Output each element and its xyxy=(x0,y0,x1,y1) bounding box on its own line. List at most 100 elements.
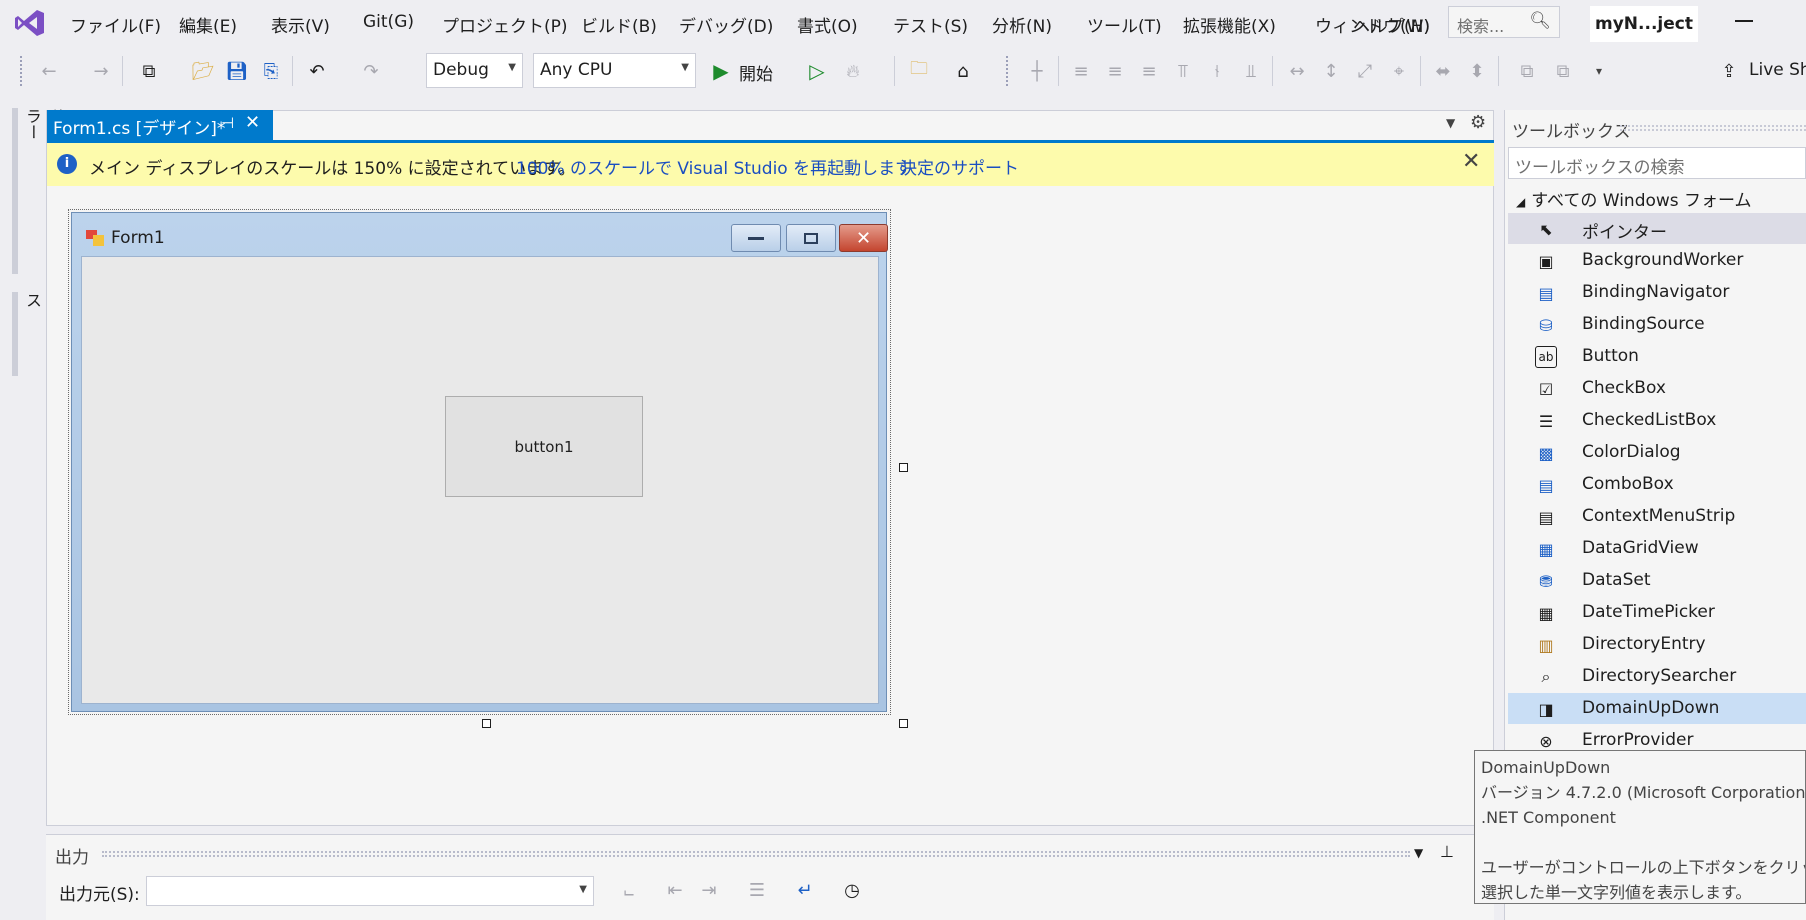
toolbox-item-checkbox[interactable]: ☑ CheckBox xyxy=(1508,373,1806,404)
menu-project[interactable]: プロジェクト(P) xyxy=(442,12,568,37)
datagridview-icon: ▦ xyxy=(1538,539,1554,559)
make-same-width-icon[interactable]: ↔ xyxy=(1284,58,1310,84)
make-same-size-icon[interactable]: ⤢ xyxy=(1352,58,1378,84)
document-tab-form1-design[interactable]: Form1.cs [デザイン]* ⊣ ✕ xyxy=(47,110,273,140)
menu-git[interactable]: Git(G) xyxy=(363,12,414,32)
hot-reload-icon[interactable]: 🔥︎ xyxy=(840,58,866,84)
menu-edit[interactable]: 編集(E) xyxy=(179,12,237,37)
toolbox-item-label: DomainUpDown xyxy=(1582,698,1720,718)
menu-debug[interactable]: デバッグ(D) xyxy=(679,12,773,37)
align-bottoms-icon[interactable]: ⫫ xyxy=(1238,58,1264,84)
restart-at-100-link[interactable]: 100% のスケールで Visual Studio を再起動します xyxy=(516,154,912,179)
toolbox-item-label: DirectoryEntry xyxy=(1582,634,1706,654)
help-me-decide-link[interactable]: 決定のサポート xyxy=(900,154,1019,179)
next-message-icon[interactable]: ⇥ xyxy=(696,877,722,903)
save-all-icon[interactable]: ⎘ xyxy=(258,58,284,84)
search-placeholder: 検索... xyxy=(1457,17,1505,36)
toolbox-group-header[interactable]: ◢ すべての Windows フォーム xyxy=(1516,186,1752,211)
toolbox-item-directorysearcher[interactable]: ⌕ DirectorySearcher xyxy=(1508,661,1806,692)
align-to-grid-icon[interactable]: ┼ xyxy=(1024,58,1050,84)
clear-all-icon[interactable]: ☰ xyxy=(744,877,770,903)
window-minimize-icon[interactable] xyxy=(1735,20,1753,22)
output-pin-icon[interactable]: ⊥ xyxy=(1440,842,1454,861)
undo-icon[interactable]: ↶ xyxy=(304,58,330,84)
start-button-label[interactable]: 開始 xyxy=(739,60,773,85)
menu-test[interactable]: テスト(S) xyxy=(893,12,968,37)
start-without-debugging-icon[interactable]: ▷ xyxy=(804,58,830,84)
send-to-back-icon[interactable]: ⧉ xyxy=(1550,58,1576,84)
open-folder-icon[interactable]: 📂︎ xyxy=(190,58,216,84)
align-lefts-icon[interactable]: ≡ xyxy=(1068,58,1094,84)
new-project-icon[interactable]: ⧉ xyxy=(136,58,162,84)
align-centers-icon[interactable]: ≡ xyxy=(1102,58,1128,84)
live-share-label[interactable]: Live Sh xyxy=(1749,60,1806,80)
visual-studio-logo-icon[interactable] xyxy=(14,8,46,38)
resize-handle-corner[interactable] xyxy=(899,719,908,728)
output-panel-title: 出力 xyxy=(55,848,89,868)
toolbox-item-colordialog[interactable]: ▩ ColorDialog xyxy=(1508,437,1806,468)
redo-icon[interactable]: ↷ xyxy=(358,58,384,84)
output-panel-grip[interactable] xyxy=(102,851,1410,857)
menu-extensions[interactable]: 拡張機能(X) xyxy=(1183,12,1276,37)
output-dropdown-icon[interactable]: ▼ xyxy=(1414,846,1423,860)
solution-platform-select[interactable]: Any CPU ▼ xyxy=(533,53,696,88)
menu-view[interactable]: 表示(V) xyxy=(271,12,330,37)
toolbox-grip[interactable] xyxy=(1620,125,1806,131)
toolbox-item-combobox[interactable]: ▤ ComboBox xyxy=(1508,469,1806,500)
previous-message-icon[interactable]: ⇤ xyxy=(662,877,688,903)
menu-tools[interactable]: ツール(T) xyxy=(1087,12,1162,37)
menu-build[interactable]: ビルド(B) xyxy=(581,12,657,37)
align-rights-icon[interactable]: ≡ xyxy=(1136,58,1162,84)
solution-configuration-select[interactable]: Debug ▼ xyxy=(426,53,523,88)
toolbox-item-label: DataGridView xyxy=(1582,538,1699,558)
toolbox-item-checkedlistbox[interactable]: ☰ CheckedListBox xyxy=(1508,405,1806,436)
live-share-icon[interactable]: ⇪ xyxy=(1716,58,1742,84)
start-icon[interactable]: ▶ xyxy=(708,58,734,84)
gear-icon[interactable]: ⚙ xyxy=(1470,112,1486,133)
bring-to-front-icon[interactable]: ⧉ xyxy=(1514,58,1540,84)
close-infobar-icon[interactable]: ✕ xyxy=(1462,149,1480,174)
toolbar-overflow-icon[interactable]: ▾ xyxy=(1586,58,1612,84)
toolbox-item-datetimepicker[interactable]: ▦ DateTimePicker xyxy=(1508,597,1806,628)
toolbox-search-input[interactable]: ツールボックスの検索 xyxy=(1508,147,1806,179)
align-middles-icon[interactable]: ⫮ xyxy=(1204,58,1230,84)
word-wrap-icon[interactable]: ↵ xyxy=(792,877,818,903)
toolbox-item-bindingnavigator[interactable]: ▤ BindingNavigator xyxy=(1508,277,1806,308)
save-icon[interactable]: 💾︎ xyxy=(224,58,250,84)
browse-folder-icon[interactable]: 🗀 xyxy=(906,58,932,84)
button1-control[interactable]: button1 xyxy=(445,396,643,497)
global-search-input[interactable]: 検索... 🔍︎ xyxy=(1448,6,1560,38)
toolbox-item-bindingsource[interactable]: ⛁ BindingSource xyxy=(1508,309,1806,340)
navigate-back-icon[interactable]: ← xyxy=(36,58,62,84)
resize-handle-bottom[interactable] xyxy=(482,719,491,728)
toolbox-item-pointer[interactable]: ⬉ ポインター xyxy=(1508,213,1806,244)
menu-help[interactable]: ヘルプ(H) xyxy=(1353,12,1430,37)
toolbar-grip[interactable] xyxy=(1006,56,1010,86)
menu-format[interactable]: 書式(O) xyxy=(797,12,858,37)
vertical-spacing-icon[interactable]: ⬍ xyxy=(1464,58,1490,84)
timestamp-clock-icon[interactable]: ◷ xyxy=(839,877,865,903)
project-title[interactable]: myN...ject xyxy=(1590,6,1698,42)
toolbox-item-directoryentry[interactable]: ▥ DirectoryEntry xyxy=(1508,629,1806,660)
menu-analyze[interactable]: 分析(N) xyxy=(992,12,1052,37)
toolbox-item-backgroundworker[interactable]: ▣ BackgroundWorker xyxy=(1508,245,1806,276)
find-message-icon[interactable]: ⨽ xyxy=(616,877,642,903)
toolbox-item-contextmenustrip[interactable]: ▤ ContextMenuStrip xyxy=(1508,501,1806,532)
close-tab-icon[interactable]: ✕ xyxy=(245,112,260,133)
toolbar-grip[interactable] xyxy=(20,56,24,86)
horizontal-spacing-icon[interactable]: ⬌ xyxy=(1430,58,1456,84)
pin-icon[interactable]: ⊣ xyxy=(221,114,234,132)
size-to-grid-icon[interactable]: ⌖ xyxy=(1386,58,1412,84)
toolbox-item-button[interactable]: ab Button xyxy=(1508,341,1806,372)
make-same-height-icon[interactable]: ↕ xyxy=(1318,58,1344,84)
solution-explorer-icon[interactable]: ⌂ xyxy=(950,58,976,84)
resize-handle-right[interactable] xyxy=(899,463,908,472)
toolbox-item-dataset[interactable]: ⛃ DataSet xyxy=(1508,565,1806,596)
menu-file[interactable]: ファイル(F) xyxy=(70,12,161,37)
tab-list-dropdown-icon[interactable]: ▼ xyxy=(1446,116,1455,130)
output-source-select[interactable]: ▼ xyxy=(146,876,594,906)
toolbox-item-datagridview[interactable]: ▦ DataGridView xyxy=(1508,533,1806,564)
navigate-forward-icon[interactable]: → xyxy=(88,58,114,84)
align-tops-icon[interactable]: ⫪ xyxy=(1170,58,1196,84)
toolbox-item-domainupdown[interactable]: ◨ DomainUpDown xyxy=(1508,693,1806,724)
